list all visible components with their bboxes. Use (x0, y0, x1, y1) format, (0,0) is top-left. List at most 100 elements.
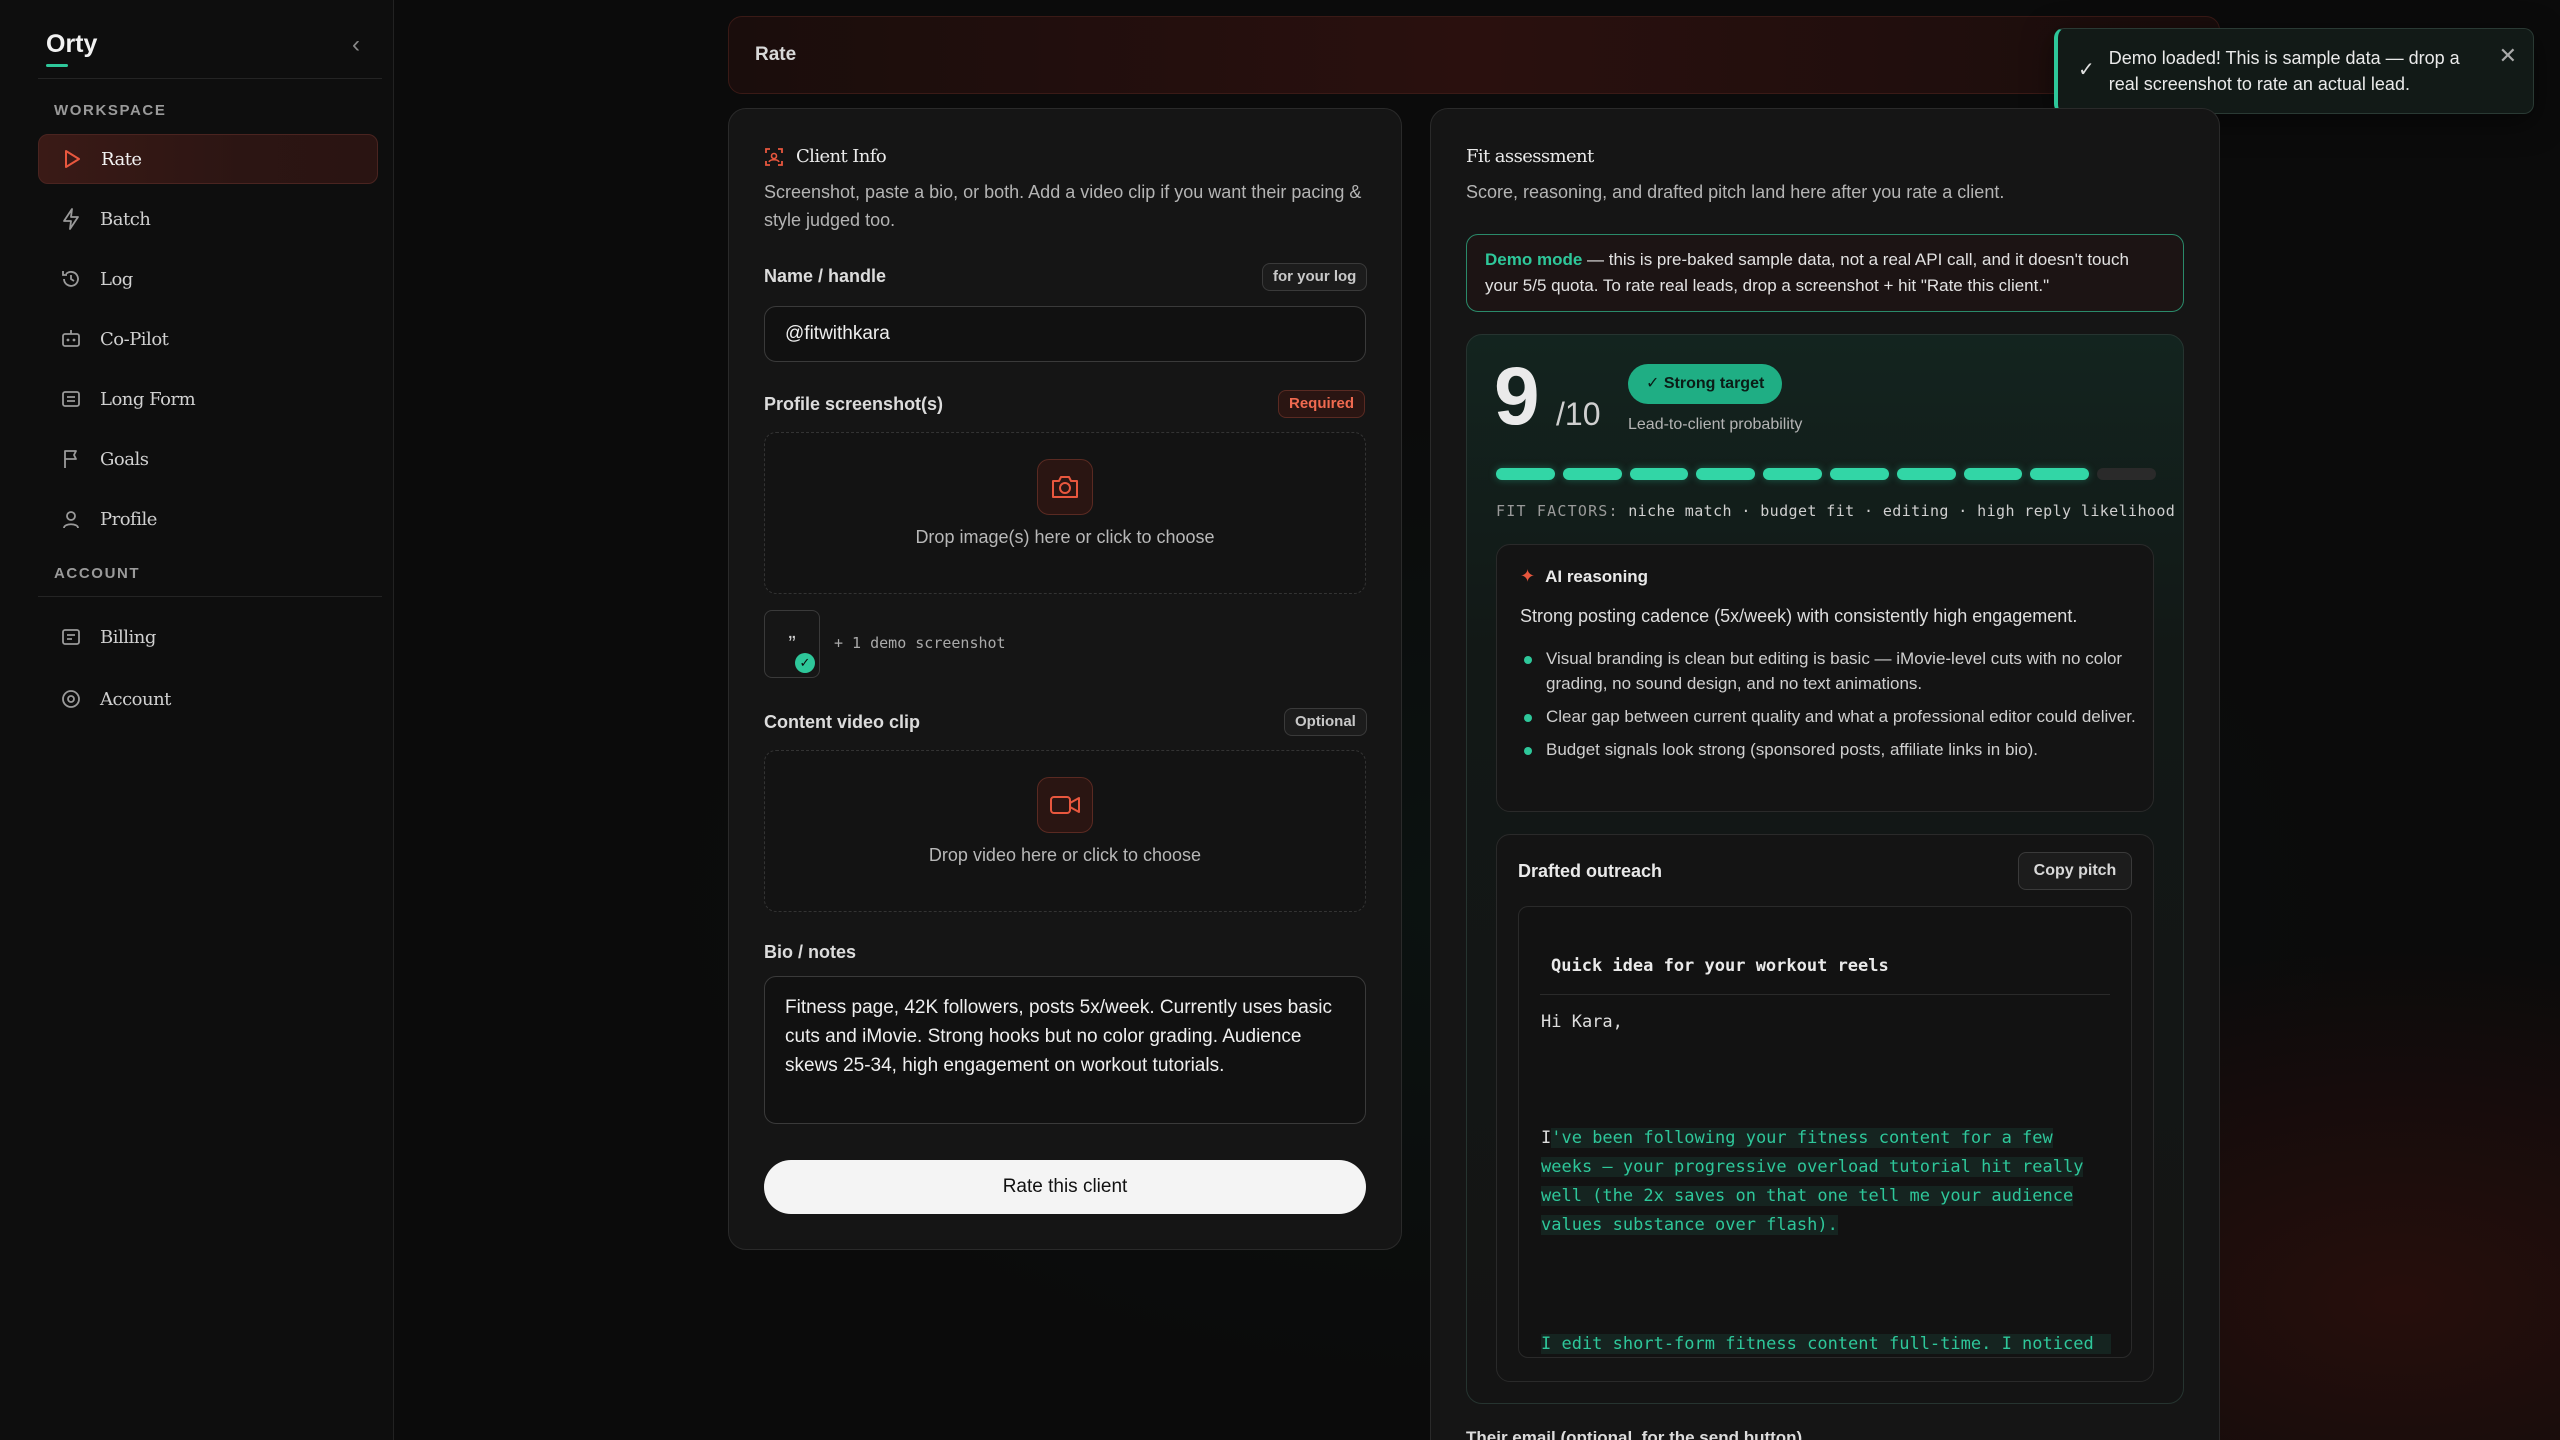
fit-factors-label: FIT FACTORS: (1496, 502, 1619, 520)
sidebar-item-log[interactable]: Log (38, 254, 378, 304)
panel-title-text: Client Info (796, 146, 887, 167)
dropzone-text: Drop image(s) here or click to choose (915, 527, 1215, 547)
dropzone-text: Drop video here or click to choose (928, 845, 1202, 865)
reasoning-title-text: AI reasoning (1545, 566, 1649, 586)
score-bar-segment (1562, 468, 1622, 480)
sidebar-item-co-pilot[interactable]: Co-Pilot (38, 314, 378, 364)
sidebar-item-label: Profile (100, 508, 157, 530)
bio-textarea[interactable]: Fitness page, 42K followers, posts 5x/we… (764, 976, 1366, 1124)
score-bar-segment (1696, 468, 1756, 480)
panel-title-client-info: Client Info (764, 146, 887, 167)
video-camera-icon (1037, 777, 1093, 833)
receipt-icon (60, 626, 82, 648)
collapse-sidebar-icon[interactable]: ‹ (344, 30, 368, 60)
score-bar-segment (1629, 468, 1689, 480)
user-icon (60, 508, 82, 530)
for-your-log-tag: for your log (1262, 263, 1368, 291)
list-item: Budget signals look strong (sponsored po… (1520, 737, 2140, 762)
sidebar: Orty ‹ WORKSPACE Rate Batch Log Co-Pilot… (0, 0, 394, 1440)
score-bar-segment (2030, 468, 2090, 480)
page-title: Rate (755, 44, 797, 65)
demo-screenshot-count: + 1 demo screenshot (834, 634, 1006, 652)
brand-underline (46, 64, 68, 67)
screenshot-thumbnail[interactable]: „ ✓ (764, 610, 820, 678)
play-icon (61, 148, 83, 170)
check-icon: ✓ (795, 653, 815, 673)
robot-icon (60, 328, 82, 350)
thumbnail-glyph: „ (788, 618, 796, 643)
list-item: Clear gap between current quality and wh… (1520, 704, 2140, 729)
reasoning-list: Visual branding is clean but editing is … (1520, 646, 2140, 770)
pitch-subject: Quick idea for your workout reels (1551, 956, 1889, 976)
sidebar-item-label: Billing (100, 626, 156, 648)
sidebar-item-label: Co-Pilot (100, 328, 169, 350)
screenshot-dropzone[interactable]: Drop image(s) here or click to choose (764, 432, 1366, 594)
at-icon (60, 688, 82, 710)
divider (38, 78, 382, 79)
panel-description: Score, reasoning, and drafted pitch land… (1466, 182, 2005, 202)
check-icon: ✓ (2078, 59, 2095, 81)
section-label-account: ACCOUNT (54, 565, 141, 582)
section-label-workspace: WORKSPACE (54, 102, 167, 119)
close-icon[interactable]: ✕ (2499, 43, 2517, 69)
copy-pitch-button[interactable]: Copy pitch (2018, 852, 2132, 890)
sidebar-item-goals[interactable]: Goals (38, 434, 378, 484)
score-bar-segment (1963, 468, 2023, 480)
sidebar-item-batch[interactable]: Batch (38, 194, 378, 244)
score-bar-segment (1763, 468, 1822, 480)
score-bar-segment (2097, 468, 2156, 480)
demo-mode-banner: Demo mode — this is pre-baked sample dat… (1466, 234, 2184, 312)
outreach-title: Drafted outreach (1518, 861, 1663, 881)
score-bar-segment (1896, 468, 1956, 480)
email-label: Their email (optional, for the send butt… (1466, 1428, 1803, 1440)
flag-icon (60, 448, 82, 470)
bio-label: Bio / notes (764, 942, 857, 962)
sidebar-item-long-form[interactable]: Long Form (38, 374, 378, 424)
sidebar-item-account[interactable]: Account (38, 674, 378, 724)
camera-icon (1037, 459, 1093, 515)
pitch-paragraph: I've been following your fitness content… (1541, 1124, 2111, 1240)
name-input[interactable]: @fitwithkara (764, 306, 1366, 362)
sparkle-icon: ✦ (1520, 566, 1536, 586)
sidebar-item-label: Log (100, 268, 133, 290)
bolt-icon (60, 208, 82, 230)
fit-factors: FIT FACTORS: niche match · budget fit · … (1496, 502, 2175, 520)
required-tag: Required (1278, 390, 1366, 418)
probability-label: Lead-to-client probability (1628, 416, 1803, 433)
sidebar-item-label: Rate (101, 148, 142, 170)
sidebar-item-label: Long Form (100, 388, 196, 410)
pitch-lead-char: I (1541, 1128, 1552, 1148)
score-value: 9 (1494, 351, 1540, 442)
sidebar-item-rate[interactable]: Rate (38, 134, 378, 184)
panel-title-fit: Fit assessment (1466, 146, 1594, 167)
divider (1540, 994, 2110, 995)
pitch-paragraph: I edit short-form fitness content full-t… (1541, 1334, 2111, 1354)
name-label: Name / handle (764, 266, 887, 286)
reasoning-title: ✦ AI reasoning (1520, 566, 1648, 587)
score-bar-segment (1496, 468, 1555, 480)
screenshot-label: Profile screenshot(s) (764, 394, 944, 414)
demo-mode-text: — this is pre-baked sample data, not a r… (1485, 250, 2129, 295)
sidebar-item-label: Goals (100, 448, 149, 470)
optional-tag: Optional (1284, 708, 1367, 736)
pitch-highlight: 've been following your fitness content … (1541, 1128, 2084, 1235)
scan-icon (764, 147, 784, 167)
brand-logo[interactable]: Orty (46, 30, 97, 59)
list-item: Visual branding is clean but editing is … (1520, 646, 2140, 696)
sidebar-item-profile[interactable]: Profile (38, 494, 378, 544)
video-dropzone[interactable]: Drop video here or click to choose (764, 750, 1366, 912)
toast-message: Demo loaded! This is sample data — drop … (2108, 48, 2460, 94)
document-icon (60, 388, 82, 410)
panel-description: Screenshot, paste a bio, or both. Add a … (764, 182, 1362, 230)
rate-client-button[interactable]: Rate this client (764, 1160, 1366, 1214)
status-badge: ✓ Strong target (1628, 364, 1783, 404)
fit-factors-value: niche match · budget fit · editing · hig… (1628, 502, 2176, 520)
score-bar (1496, 468, 2156, 480)
sidebar-item-label: Account (100, 688, 171, 710)
toast-notification: ✓ Demo loaded! This is sample data — dro… (2054, 28, 2534, 114)
video-label: Content video clip (764, 712, 921, 732)
sidebar-item-billing[interactable]: Billing (38, 612, 378, 662)
demo-mode-label: Demo mode (1485, 250, 1583, 269)
score-max: /10 (1556, 396, 1601, 432)
sidebar-item-label: Batch (100, 208, 151, 230)
